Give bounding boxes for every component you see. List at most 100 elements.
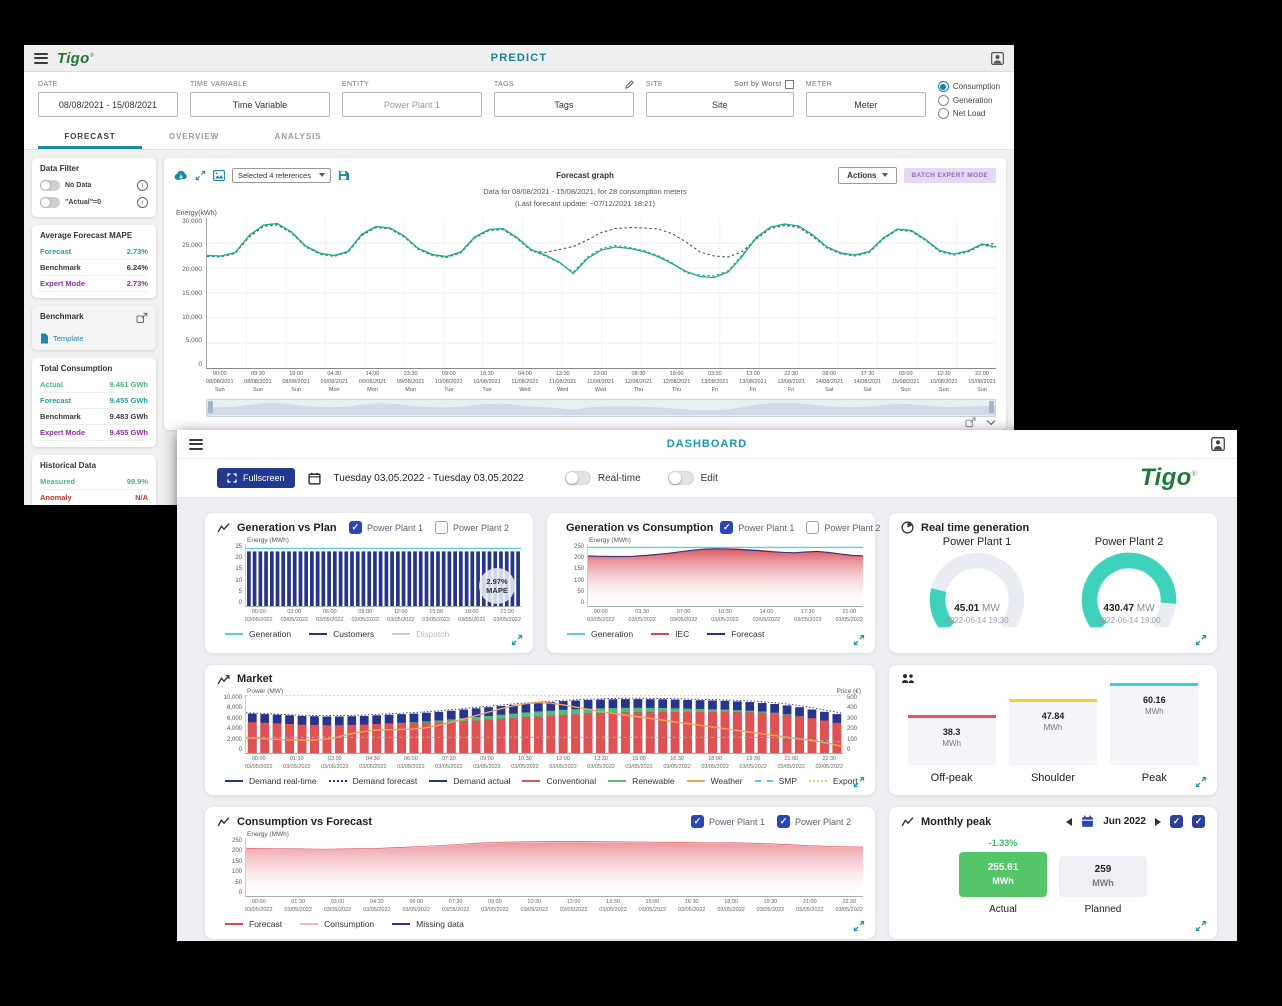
expand-icon[interactable]	[853, 634, 865, 646]
consumption-vs-forecast-chart[interactable]	[245, 838, 863, 897]
legend-item: Weather	[687, 776, 743, 786]
sort-by-worst-checkbox[interactable]	[785, 80, 794, 89]
gauge-plant-name: Power Plant 1	[913, 536, 1041, 548]
account-icon[interactable]	[991, 52, 1004, 65]
peak-checkbox-2[interactable]: ✓	[1192, 815, 1205, 828]
menu-icon[interactable]	[189, 439, 203, 450]
generation-vs-consumption-chart[interactable]	[587, 544, 863, 607]
entity-select[interactable]: Power Plant 1	[342, 92, 482, 117]
radio-icon	[938, 81, 949, 92]
checkbox-label: Power Plant 2	[453, 523, 509, 533]
batch-expert-mode-button[interactable]: BATCH EXPERT MODE	[904, 168, 996, 183]
radio-option-consumption[interactable]: Consumption	[938, 81, 1000, 92]
x-tick: 13:3011/08/2021Wed	[549, 371, 576, 395]
info-icon[interactable]: i	[137, 197, 148, 208]
time-variable-select[interactable]: Time Variable	[190, 92, 330, 117]
expand-icon[interactable]	[853, 920, 865, 932]
tab-analysis[interactable]: ANALYSIS	[246, 124, 350, 149]
expand-icon[interactable]	[1195, 634, 1207, 646]
expand-icon[interactable]	[853, 776, 865, 788]
checkbox-power-plant-2[interactable]	[435, 521, 448, 534]
time-range-brush[interactable]	[206, 399, 996, 417]
tab-overview[interactable]: OVERVIEW	[142, 124, 246, 149]
generation-vs-plan-chart[interactable]: 2.97%MAPE	[245, 544, 521, 607]
historical-data-title: Historical Data	[40, 461, 148, 470]
legend-swatch	[309, 633, 327, 635]
brush-handle-left[interactable]	[208, 401, 213, 413]
legend-swatch	[522, 780, 540, 782]
menu-icon[interactable]	[34, 53, 48, 64]
expand-icon[interactable]	[1195, 776, 1207, 788]
template-link[interactable]: Template	[40, 333, 148, 344]
checkbox-power-plant-2[interactable]	[806, 521, 819, 534]
x-tick: 03:0015/08/2021Sun	[892, 371, 920, 395]
checkbox-power-plant-1[interactable]: ✓	[349, 521, 362, 534]
stat-value: 2.73%	[127, 279, 148, 288]
fullscreen-button[interactable]: Fullscreen	[217, 468, 295, 488]
open-external-icon[interactable]	[965, 417, 976, 428]
external-link-icon[interactable]	[136, 312, 148, 324]
references-dropdown[interactable]: Selected 4 references	[232, 168, 331, 183]
legend-swatch	[608, 780, 626, 782]
axis-tick: 250	[232, 838, 242, 844]
y-axis-ticks: 30,00025,00020,00015,00010,0005,0000	[174, 218, 206, 368]
checkbox-power-plant-1[interactable]: ✓	[720, 521, 733, 534]
edit-pencil-icon[interactable]	[625, 80, 634, 89]
tariff-label: Shoulder	[1031, 772, 1075, 784]
edit-label: Edit	[701, 473, 718, 484]
radio-option-generation[interactable]: Generation	[938, 95, 1000, 106]
x-tick: 03:0003/05/2022	[280, 609, 308, 624]
date-input[interactable]: 08/08/2021 - 15/08/2021	[38, 92, 178, 117]
benchmark-card: Benchmark Template	[32, 306, 156, 350]
calendar-icon[interactable]	[308, 472, 321, 485]
expand-icon[interactable]	[1195, 920, 1207, 932]
axis-tick: 500	[847, 695, 857, 701]
calendar-icon[interactable]	[1081, 815, 1094, 828]
legend-label: Dispatch	[416, 629, 449, 639]
forecast-chart[interactable]	[206, 218, 996, 369]
account-icon[interactable]	[1211, 437, 1225, 451]
brush-handle-right[interactable]	[989, 401, 994, 413]
dashboard-toolbar: Fullscreen Tuesday 03.05.2022 - Tuesday …	[177, 459, 1237, 498]
chevron-down-icon	[882, 173, 888, 177]
y-axis-label-right: Price (€)	[836, 688, 861, 695]
tariff-periods-card: 38.3MWhOff-peak47.84MWhShoulder60.16MWhP…	[889, 665, 1217, 795]
realtime-toggle[interactable]	[565, 471, 591, 485]
axis-tick: 50	[577, 589, 584, 595]
expand-icon[interactable]	[511, 634, 523, 646]
meter-select[interactable]: Meter	[806, 92, 926, 117]
card-title: Market	[237, 673, 272, 685]
next-month-arrow[interactable]	[1155, 818, 1161, 826]
previous-month-arrow[interactable]	[1066, 818, 1072, 826]
axis-tick: 30,000	[182, 218, 202, 225]
axis-tick: 0	[239, 747, 242, 753]
stat-label: Measured	[40, 477, 75, 486]
checkbox-power-plant-1[interactable]: ✓	[691, 815, 704, 828]
month-selector[interactable]: Jun 2022	[1103, 816, 1146, 827]
tab-forecast[interactable]: FORECAST	[38, 124, 142, 149]
stat-label: Forecast	[40, 396, 71, 405]
image-export-icon[interactable]	[213, 170, 225, 181]
tags-select[interactable]: Tags	[494, 92, 634, 117]
edit-toggle[interactable]	[668, 471, 694, 485]
site-select[interactable]: Site	[646, 92, 794, 117]
expand-arrows-icon[interactable]	[195, 170, 206, 181]
cloud-download-icon[interactable]	[174, 170, 188, 181]
collapse-chevron-icon[interactable]	[986, 419, 996, 426]
x-tick: 10:3003/05/2022	[511, 756, 539, 771]
radio-option-net-load[interactable]: Net Load	[938, 108, 1000, 119]
toggle-switch[interactable]	[40, 197, 60, 208]
x-axis-ticks: 00:0008/08/2021Sun09:3008/08/2021Sun19:0…	[206, 371, 996, 395]
card-title: Monthly peak	[921, 816, 991, 828]
toggle-switch[interactable]	[40, 180, 60, 191]
x-tick: 08:3012/08/2021Thu	[625, 371, 653, 395]
actions-button[interactable]: Actions	[838, 167, 896, 184]
checkbox-power-plant-2[interactable]: ✓	[777, 815, 790, 828]
save-icon[interactable]	[338, 170, 349, 181]
y-axis-ticks-right: 5004003002001000	[843, 695, 863, 753]
x-tick: 16:3003/05/2022	[678, 899, 706, 914]
date-range[interactable]: Tuesday 03.05.2022 - Tuesday 03.05.2022	[334, 473, 524, 484]
peak-checkbox-1[interactable]: ✓	[1170, 815, 1183, 828]
info-icon[interactable]: i	[137, 180, 148, 191]
market-chart[interactable]	[245, 695, 843, 754]
